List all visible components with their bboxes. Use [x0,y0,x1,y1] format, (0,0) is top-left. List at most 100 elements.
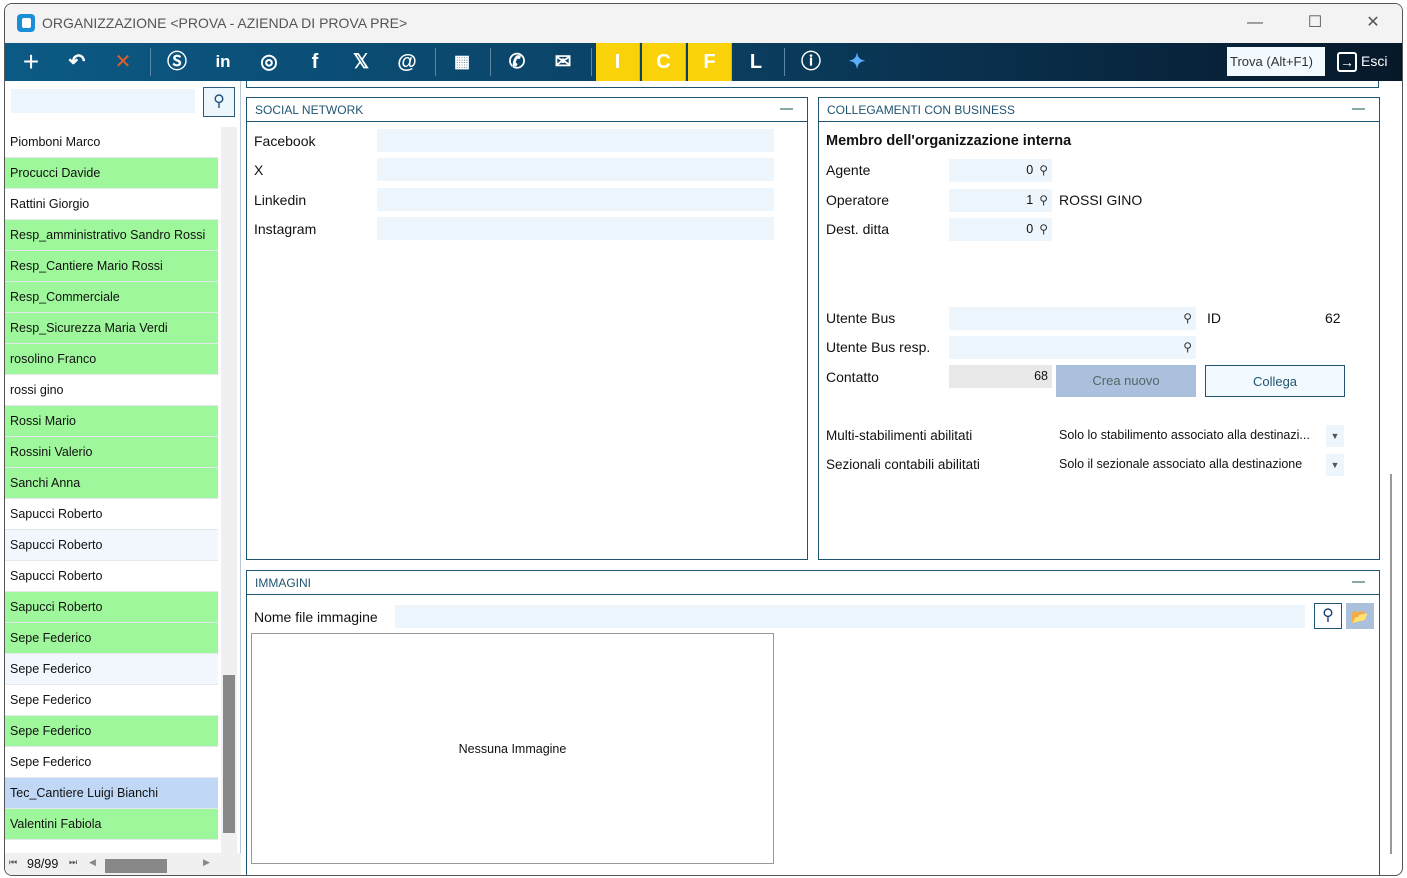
link-button[interactable]: Collega [1205,365,1345,397]
title-bar: ORGANIZZAZIONE <PROVA - AZIENDA DI PROVA… [5,4,1402,43]
email-at-icon[interactable]: @ [385,43,429,81]
app-window: ORGANIZZAZIONE <PROVA - AZIENDA DI PROVA… [4,3,1403,876]
exit-button[interactable]: → Esci [1337,47,1387,76]
main-scrollbar[interactable] [1390,474,1392,854]
collapse-button[interactable] [1352,581,1365,583]
list-item[interactable]: Rossini Valerio [5,437,218,468]
undo-icon[interactable]: ↶ [55,43,99,81]
x-input[interactable] [377,158,774,181]
scroll-right-icon[interactable]: ▶ [203,857,210,868]
linkedin-label: Linkedin [254,192,307,208]
chevron-down-icon[interactable]: ▼ [1326,425,1344,447]
panel-header: COLLEGAMENTI CON BUSINESS [819,98,1379,122]
search-image-icon[interactable]: ⚲ [1314,603,1342,629]
list-item[interactable]: Sepe Federico [5,654,218,685]
app-logo-icon [17,14,35,32]
utente-bus-resp-input[interactable]: ⚲ [949,336,1196,359]
tab-f-button[interactable]: F [688,43,732,81]
delete-icon[interactable]: ✕ [101,43,145,81]
x-twitter-icon[interactable]: 𝕏 [339,43,383,81]
utente-bus-label: Utente Bus [826,310,896,326]
facebook-icon[interactable]: f [293,43,337,81]
tab-c-button[interactable]: C [642,43,686,81]
toolbar: + ↶ ✕ Ⓢ in ◎ f 𝕏 @ ▦ ✆ ✉ I C F L ⓘ ✦ Tro… [5,43,1402,81]
find-input[interactable]: Trova (Alt+F1) [1227,47,1325,76]
list-item[interactable]: rossi gino [5,375,218,406]
add-icon[interactable]: + [9,43,53,81]
minimize-button[interactable]: — [1235,10,1275,36]
dest-ditta-input[interactable]: 0 ⚲ [949,218,1052,241]
list-item[interactable]: Sanchi Anna [5,468,218,499]
last-page-icon[interactable]: ⏭ [69,857,77,868]
list-item[interactable]: Sepe Federico [5,685,218,716]
file-name-input[interactable] [395,605,1305,628]
lookup-icon: ⚲ [1039,193,1048,207]
list-item[interactable]: Rattini Giorgio [5,189,218,220]
agente-input[interactable]: 0 ⚲ [949,159,1052,182]
multi-stabilimenti-select[interactable]: Solo lo stabilimento associato alla dest… [1059,428,1310,442]
instagram-input[interactable] [377,217,774,240]
search-input[interactable] [11,89,195,113]
sidebar: ⚲ Piomboni Marco Procucci Davide Rattini G… [5,81,241,875]
skype-icon[interactable]: Ⓢ [155,43,199,81]
help-icon[interactable]: ⓘ [789,43,833,81]
facebook-label: Facebook [254,133,316,149]
list-item[interactable]: Sapucci Roberto [5,561,218,592]
id-value: 62 [1325,310,1341,326]
create-new-button[interactable]: Crea nuovo [1056,365,1196,397]
qr-code-icon[interactable]: ▦ [440,43,484,81]
panel-header: SOCIAL NETWORK [247,98,807,122]
list-item[interactable]: Resp_Commerciale [5,282,218,313]
page-indicator: 98/99 [27,857,59,871]
list-item[interactable]: Resp_Sicurezza Maria Verdi [5,313,218,344]
folder-open-icon[interactable]: 📂 [1346,603,1374,629]
list-item[interactable]: Tec_Cantiere Luigi Bianchi [5,778,218,809]
list-item[interactable]: Procucci Davide [5,158,218,189]
list-item[interactable]: Sapucci Roberto [5,530,218,561]
tab-l-button[interactable]: L [734,43,778,81]
list-item[interactable]: Piomboni Marco [5,127,218,158]
list-item[interactable]: rosolino Franco [5,344,218,375]
panel-header: IMMAGINI [247,571,1379,595]
h-scroll-thumb[interactable] [105,859,167,873]
id-label: ID [1207,310,1221,326]
list-item[interactable]: Sapucci Roberto [5,499,218,530]
pager: ⏮ 98/99 ⏭ ◀ ▶ [5,853,241,875]
list-item[interactable]: Resp_amministrativo Sandro Rossi [5,220,218,251]
list-item[interactable]: Sepe Federico [5,716,218,747]
instagram-label: Instagram [254,221,317,237]
operatore-input[interactable]: 1 ⚲ [949,189,1052,212]
sezionali-label: Sezionali contabili abilitati [826,457,980,472]
instagram-icon[interactable]: ◎ [247,43,291,81]
sezionali-select[interactable]: Solo il sezionale associato alla destina… [1059,457,1302,471]
utente-bus-input[interactable]: ⚲ [949,307,1196,330]
list-item[interactable]: Sepe Federico [5,747,218,778]
list-item[interactable]: Sepe Federico [5,623,218,654]
tab-i-button[interactable]: I [596,43,640,81]
scroll-left-icon[interactable]: ◀ [89,857,96,868]
collapse-button[interactable] [1352,108,1365,110]
exit-label: Esci [1361,53,1388,69]
chevron-down-icon[interactable]: ▼ [1326,454,1344,476]
contatto-value: 68 [949,365,1052,388]
search-icon[interactable]: ⚲ [203,87,235,117]
facebook-input[interactable] [377,129,774,152]
list-item[interactable]: Valentini Fabiola [5,809,218,840]
mail-contact-icon[interactable]: ✉ [541,43,585,81]
list-item[interactable]: Rossi Mario [5,406,218,437]
linkedin-input[interactable] [377,188,774,211]
first-page-icon[interactable]: ⏮ [9,857,17,868]
multi-stabilimenti-label: Multi-stabilimenti abilitati [826,428,973,443]
linkedin-icon[interactable]: in [201,43,245,81]
social-network-panel: SOCIAL NETWORK Facebook X Linkedin Insta… [246,97,808,560]
image-preview: Nessuna Immagine [251,633,774,864]
close-button[interactable]: ✕ [1353,10,1393,36]
list-item[interactable]: Sapucci Roberto [5,592,218,623]
phone-icon[interactable]: ✆ [495,43,539,81]
list-item[interactable]: Resp_Cantiere Mario Rossi [5,251,218,282]
maximize-button[interactable]: ☐ [1295,10,1335,36]
ai-sparkle-icon[interactable]: ✦ [835,43,879,81]
collapse-button[interactable] [780,108,793,110]
list-scrollbar[interactable] [221,127,237,853]
images-panel: IMMAGINI Nome file immagine ⚲ 📂 Nessuna … [246,570,1380,875]
